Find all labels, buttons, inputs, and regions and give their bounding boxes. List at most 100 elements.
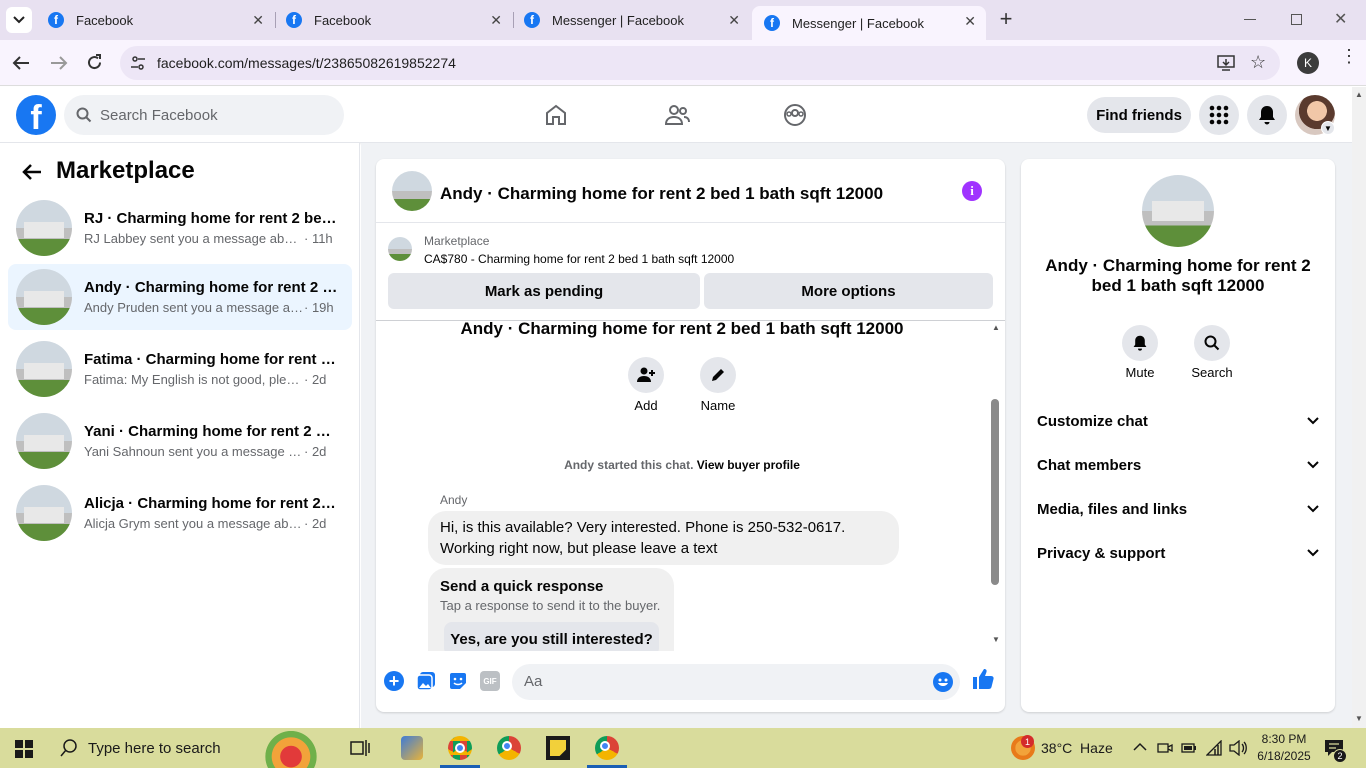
close-tab-icon[interactable]: ✕ — [964, 13, 976, 30]
profile-avatar[interactable]: K — [1297, 52, 1319, 74]
scroll-down-icon[interactable]: ▼ — [1355, 714, 1363, 723]
chat-avatar[interactable] — [392, 171, 432, 211]
groups-icon[interactable] — [783, 103, 807, 127]
paint-app-icon[interactable] — [401, 736, 423, 760]
mute-button[interactable] — [1122, 325, 1158, 361]
site-info-icon[interactable] — [130, 55, 146, 71]
view-buyer-profile-link[interactable]: View buyer profile — [697, 458, 800, 472]
scrollbar-thumb[interactable] — [991, 399, 999, 585]
add-people-button[interactable] — [628, 357, 664, 393]
scroll-up-icon[interactable]: ▲ — [1355, 90, 1363, 99]
home-icon[interactable] — [544, 103, 568, 127]
browser-tab[interactable]: f Messenger | Facebook ✕ — [512, 0, 750, 40]
privacy-support-section[interactable]: Privacy & support — [1037, 533, 1319, 573]
restore-icon[interactable] — [1291, 14, 1302, 25]
close-tab-icon[interactable]: ✕ — [728, 12, 740, 29]
chat-members-section[interactable]: Chat members — [1037, 445, 1319, 485]
chrome-icon[interactable] — [497, 736, 521, 760]
clock[interactable]: 8:30 PM 6/18/2025 — [1253, 731, 1315, 765]
find-friends-button[interactable]: Find friends — [1087, 97, 1191, 133]
scroll-down-icon[interactable]: ▼ — [992, 635, 1000, 644]
conversation-item[interactable]: Alicja · Charming home for rent 2 bed 1 … — [8, 480, 352, 546]
weather-text[interactable]: 38°C Haze — [1041, 740, 1113, 756]
windows-start-icon[interactable] — [15, 740, 33, 758]
grid-icon — [1209, 105, 1229, 125]
info-icon[interactable]: i — [962, 181, 982, 201]
quick-response-option[interactable]: Yes, are you still interested? — [444, 622, 659, 651]
chrome-icon[interactable] — [448, 736, 472, 760]
conversation-time: · 2d — [304, 372, 327, 387]
install-app-icon[interactable] — [1217, 55, 1235, 71]
forward-arrow-icon[interactable] — [50, 55, 68, 71]
quick-response-subtitle: Tap a response to send it to the buyer. — [440, 598, 661, 613]
add-label: Add — [634, 398, 658, 413]
emoji-icon[interactable] — [933, 672, 953, 692]
chat-header: Andy · Charming home for rent 2 bed 1 ba… — [376, 159, 1005, 223]
page-scrollbar[interactable]: ▲ ▼ — [1352, 87, 1366, 728]
conversation-item[interactable]: Fatima · Charming home for rent 2 bed 1 … — [8, 336, 352, 402]
battery-icon[interactable] — [1181, 742, 1197, 754]
media-files-links-section[interactable]: Media, files and links — [1037, 489, 1319, 529]
conversation-time: · 2d — [304, 516, 327, 531]
sticky-notes-icon[interactable] — [546, 736, 570, 760]
chrome-profile-icon[interactable] — [595, 736, 619, 760]
name-chat-button[interactable] — [700, 357, 736, 393]
meet-now-icon[interactable] — [1157, 740, 1173, 756]
conversation-item-selected[interactable]: Andy · Charming home for rent 2 bed 1 ba… — [8, 264, 352, 330]
message-bubble[interactable]: Hi, is this available? Very interested. … — [428, 511, 899, 565]
chevron-down-icon — [1307, 549, 1319, 557]
more-options-button[interactable]: More options — [704, 273, 993, 309]
chat-title[interactable]: Andy · Charming home for rent 2 bed 1 ba… — [440, 184, 883, 204]
friends-icon[interactable] — [664, 103, 690, 127]
reload-icon[interactable] — [86, 54, 103, 71]
mark-as-pending-button[interactable]: Mark as pending — [388, 273, 700, 309]
mute-label: Mute — [1125, 365, 1155, 380]
notifications-button[interactable] — [1247, 95, 1287, 135]
close-tab-icon[interactable]: ✕ — [490, 12, 502, 29]
chat-panel: Andy · Charming home for rent 2 bed 1 ba… — [376, 159, 1005, 712]
search-conversation-button[interactable] — [1194, 325, 1230, 361]
facebook-logo[interactable]: f — [16, 95, 56, 135]
bell-icon — [1133, 335, 1147, 351]
new-tab-button[interactable]: + — [994, 8, 1018, 32]
thread-scrollbar[interactable]: ▲ ▼ — [988, 321, 1004, 651]
task-view-icon[interactable] — [350, 739, 370, 757]
menu-grid-button[interactable] — [1199, 95, 1239, 135]
browser-tab-active[interactable]: f Messenger | Facebook ✕ — [752, 6, 986, 40]
browser-menu-icon[interactable]: ⋮ — [1340, 47, 1358, 65]
browser-tab[interactable]: f Facebook ✕ — [36, 0, 274, 40]
photo-icon[interactable] — [416, 671, 436, 691]
wifi-icon[interactable] — [1206, 740, 1222, 756]
close-tab-icon[interactable]: ✕ — [252, 12, 264, 29]
volume-icon[interactable] — [1229, 740, 1247, 756]
gif-icon[interactable]: GIF — [480, 671, 500, 691]
tab-search-button[interactable] — [6, 7, 32, 33]
address-bar[interactable]: facebook.com/messages/t/2386508261985227… — [120, 46, 1280, 80]
quick-response-card: Send a quick response Tap a response to … — [428, 568, 674, 651]
listing-price[interactable]: CA$780 - Charming home for rent 2 bed 1 … — [424, 252, 734, 266]
minimize-icon[interactable] — [1244, 19, 1256, 20]
back-arrow-icon[interactable] — [22, 163, 42, 181]
scroll-up-icon[interactable]: ▲ — [992, 323, 1000, 332]
message-line: Working right now, but please leave a te… — [440, 540, 718, 557]
chevron-down-icon — [1307, 461, 1319, 469]
section-label: Chat members — [1037, 456, 1142, 474]
account-chevron-icon[interactable]: ▼ — [1321, 121, 1335, 135]
customize-chat-section[interactable]: Customize chat — [1037, 401, 1319, 441]
chevron-up-icon[interactable] — [1133, 742, 1147, 751]
bookmark-star-icon[interactable]: ☆ — [1250, 52, 1266, 73]
conversation-item[interactable]: RJ · Charming home for rent 2 bed 1 bath… — [8, 195, 352, 261]
facebook-search-input[interactable]: Search Facebook — [64, 95, 344, 135]
thumbs-up-icon[interactable] — [972, 668, 994, 690]
message-input[interactable]: Aa — [512, 664, 960, 700]
listing-thumbnail — [16, 341, 72, 397]
plus-icon[interactable]: + — [384, 671, 404, 691]
taskbar-search-box[interactable]: Type here to search — [48, 728, 338, 768]
facebook-favicon-icon: f — [48, 12, 64, 28]
search-highlight-image — [258, 730, 324, 768]
sticker-icon[interactable] — [448, 671, 468, 691]
back-arrow-icon[interactable] — [12, 55, 30, 71]
close-window-icon[interactable]: ✕ — [1334, 9, 1347, 29]
browser-tab[interactable]: f Facebook ✕ — [274, 0, 512, 40]
conversation-item[interactable]: Yani · Charming home for rent 2 bed 1 ba… — [8, 408, 352, 474]
